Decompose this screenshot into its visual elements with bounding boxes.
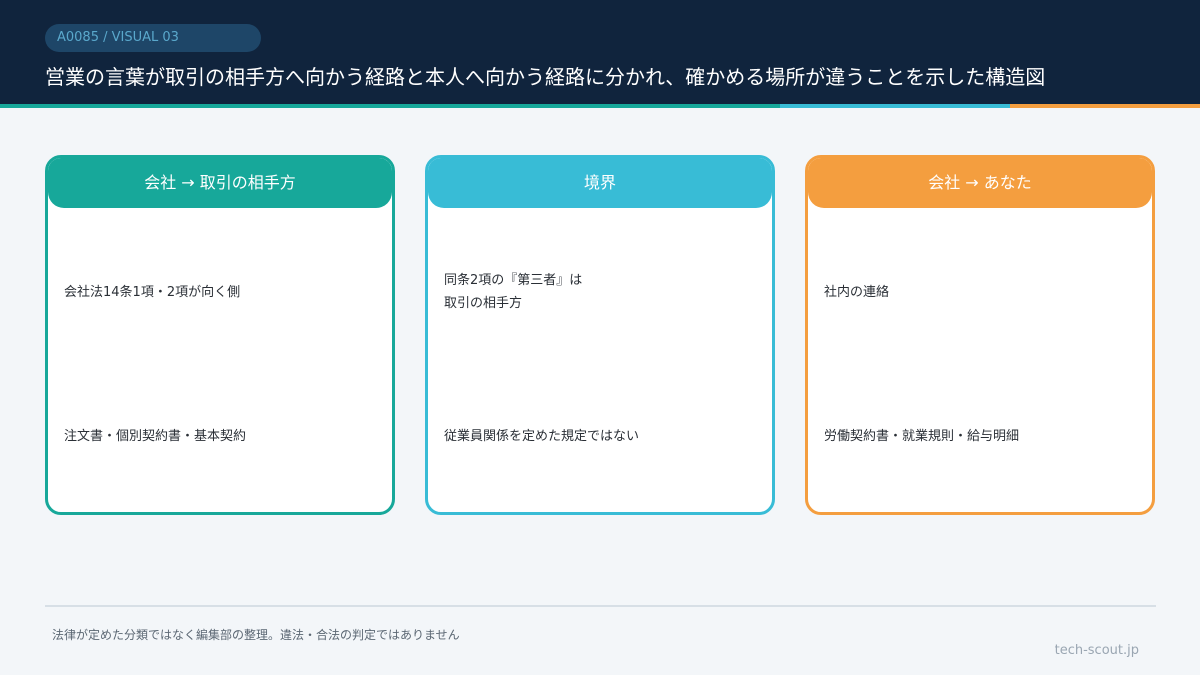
footer-note: 法律が定めた分類ではなく編集部の整理。違法・合法の判定ではありません xyxy=(52,628,460,642)
panel-header: 境界 xyxy=(428,158,772,208)
panel-upper-text: 会社法14条1項・2項が向く側 xyxy=(64,281,376,304)
panel-lower-text: 労働契約書・就業規則・給与明細 xyxy=(824,429,1020,444)
site-credit: tech-scout.jp xyxy=(1054,643,1139,658)
page-title: 営業の言葉が取引の相手方へ向かう経路と本人へ向かう経路に分かれ、確かめる場所が違… xyxy=(45,65,1046,89)
header-bar: A0085 / VISUAL 03 営業の言葉が取引の相手方へ向かう経路と本人へ… xyxy=(0,0,1200,104)
document-tag: A0085 / VISUAL 03 xyxy=(45,24,261,52)
panel-lower-text: 注文書・個別契約書・基本契約 xyxy=(64,429,247,444)
panel-upper-line: 会社法14条1項・2項が向く側 xyxy=(64,285,241,300)
accent-stripe-teal xyxy=(0,104,780,108)
panel-boundary: 境界 同条2項の『第三者』は 取引の相手方 従業員関係を定めた規定ではない xyxy=(425,155,775,515)
accent-stripe-orange xyxy=(1010,104,1200,108)
panel-upper-line: 同条2項の『第三者』は xyxy=(444,273,583,288)
footer-divider xyxy=(45,605,1156,607)
panel-upper-line: 取引の相手方 xyxy=(444,296,523,311)
panel-upper-line: 社内の連絡 xyxy=(824,285,890,300)
panel-upper-text: 社内の連絡 xyxy=(824,281,1136,304)
panel-lower-text: 従業員関係を定めた規定ではない xyxy=(444,429,640,444)
panel-company-to-you: 会社 → あなた 社内の連絡 労働契約書・就業規則・給与明細 xyxy=(805,155,1155,515)
panel-company-to-counterparty: 会社 → 取引の相手方 会社法14条1項・2項が向く側 注文書・個別契約書・基本… xyxy=(45,155,395,515)
panel-header: 会社 → 取引の相手方 xyxy=(48,158,392,208)
panel-header: 会社 → あなた xyxy=(808,158,1152,208)
panel-upper-text: 同条2項の『第三者』は 取引の相手方 xyxy=(444,269,756,315)
accent-stripe-cyan xyxy=(780,104,1010,108)
